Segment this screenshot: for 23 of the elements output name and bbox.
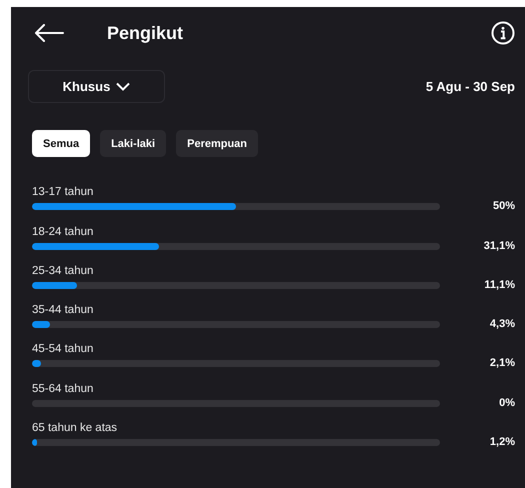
age-label: 13-17 tahun	[32, 186, 94, 198]
percentage: 50%	[492, 200, 515, 212]
date-range: 5 Agu - 30 Sep	[426, 79, 515, 94]
percentage: 11,1%	[483, 278, 515, 291]
percentage: 0%	[498, 396, 515, 409]
percentage: 4,3%	[488, 318, 515, 330]
period-dropdown[interactable]: Khusus	[28, 70, 165, 103]
age-label: 18-24 tahun	[32, 226, 94, 238]
age-label: 65 tahun ke atas	[32, 422, 118, 434]
filter-tab[interactable]: Laki-laki	[100, 130, 166, 157]
age-label: 45-54 tahun	[32, 343, 94, 356]
back-arrow-icon[interactable]	[34, 24, 64, 42]
filter-tab[interactable]: Semua	[32, 130, 90, 157]
percentage: 1,2%	[488, 436, 515, 448]
age-label: 25-34 tahun	[32, 264, 94, 277]
percentage: 2,1%	[488, 357, 515, 370]
age-label: 35-44 tahun	[32, 304, 94, 316]
chevron-down-icon	[116, 82, 130, 91]
page-title: Pengikut	[107, 22, 184, 44]
age-label: 55-64 tahun	[32, 382, 94, 395]
info-icon[interactable]	[491, 21, 515, 45]
percentage: 31,1%	[482, 240, 515, 252]
filter-tab[interactable]: Perempuan	[176, 130, 258, 157]
